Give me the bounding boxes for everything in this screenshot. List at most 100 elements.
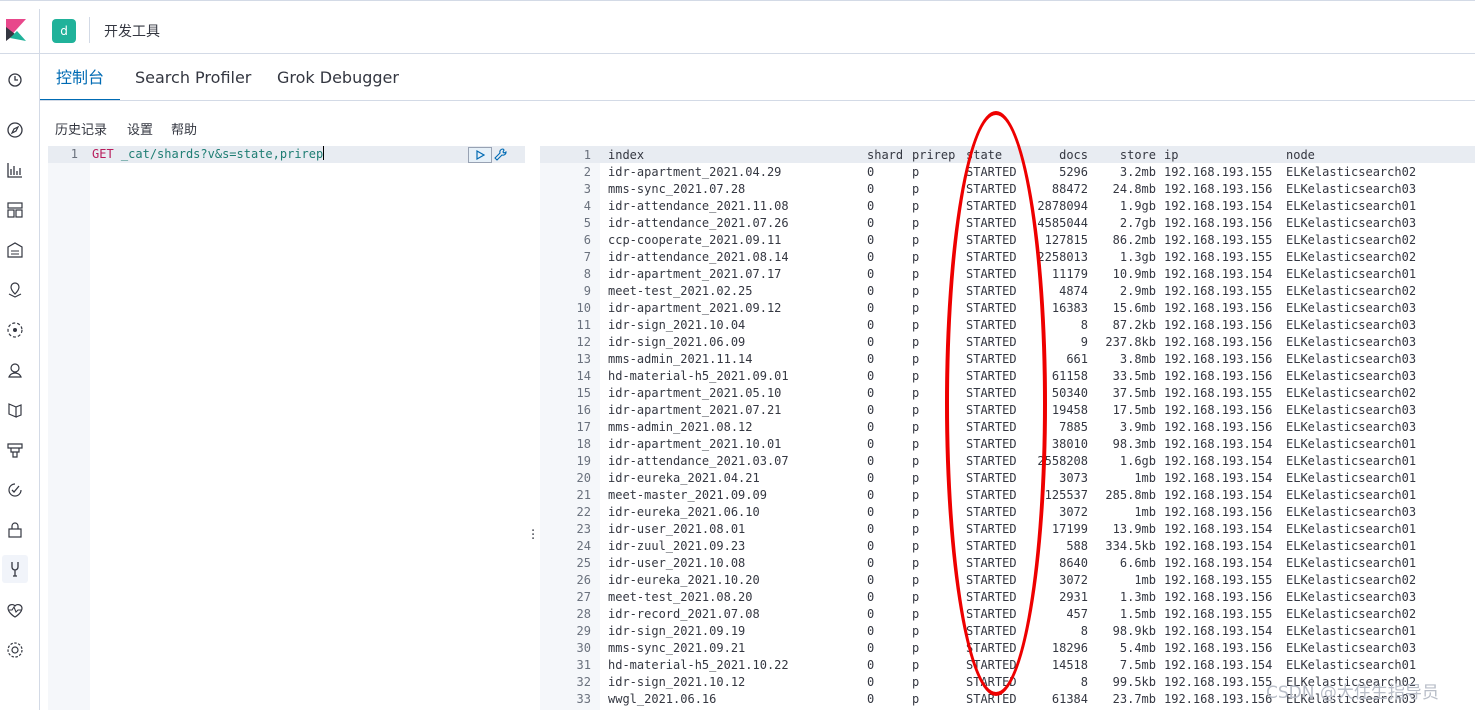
cell-state: STARTED (966, 301, 1017, 315)
cell-prirep: p (912, 352, 920, 366)
cell-store: 10.9mb (1112, 267, 1156, 281)
cell-index: idr-apartment_2021.07.21 (608, 403, 782, 417)
cell-node: ELKelasticsearch03 (1286, 318, 1417, 332)
tab-grok-debugger[interactable]: Grok Debugger (261, 55, 415, 101)
wrench-icon[interactable] (494, 148, 508, 162)
cell-shard: 0 (867, 590, 875, 604)
send-request-button[interactable] (468, 147, 492, 163)
space-avatar[interactable]: d (52, 19, 76, 43)
cell-shard: 0 (867, 301, 875, 315)
clock-icon[interactable] (5, 70, 25, 90)
cell-index: meet-test_2021.08.20 (608, 590, 753, 604)
cell-ip: 192.168.193.156 (1164, 641, 1273, 655)
pane-splitter[interactable] (526, 146, 540, 710)
cell-store: 7.5mb (1119, 658, 1156, 672)
cell-ln: 8 (583, 267, 591, 281)
cell-index: mms-sync_2021.07.28 (608, 182, 746, 196)
cell-docs: 19458 (1051, 403, 1088, 417)
cell-prirep: p (912, 607, 920, 621)
cell-ip: 192.168.193.156 (1164, 301, 1273, 315)
cell-ip: 192.168.193.154 (1164, 539, 1273, 553)
cell-state: STARTED (966, 488, 1017, 502)
cell-index: idr-attendance_2021.08.14 (608, 250, 789, 264)
security-icon[interactable] (5, 520, 25, 540)
uptime-icon[interactable] (5, 480, 25, 500)
cell-node: ELKelasticsearch02 (1286, 165, 1417, 179)
cell-prirep: p (912, 267, 920, 281)
cell-node: ELKelasticsearch01 (1286, 471, 1417, 485)
output-row: 9 meet-test_2021.02.25 0 p STARTED 4874 2.9mb 1… (540, 283, 1475, 300)
cell-node: ELKelasticsearch02 (1286, 233, 1417, 247)
cell-prirep: p (912, 420, 920, 434)
cell-state: STARTED (966, 607, 1017, 621)
cell-state: STARTED (966, 522, 1017, 536)
cell-docs: 2931 (1059, 590, 1088, 604)
monitoring-icon[interactable] (5, 600, 25, 620)
cell-store: 98.9kb (1112, 624, 1156, 638)
breadcrumb[interactable]: 开发工具 (104, 21, 160, 41)
compass-icon[interactable] (5, 120, 25, 140)
cell-node: ELKelasticsearch02 (1286, 573, 1417, 587)
cell-shard: 0 (867, 522, 875, 536)
cell-store: 1mb (1134, 505, 1156, 519)
canvas-icon[interactable] (5, 240, 25, 260)
cell-index: idr-attendance_2021.07.26 (608, 216, 789, 230)
siem-icon[interactable] (5, 400, 25, 420)
dev-tools-icon[interactable] (2, 555, 28, 583)
output-row: 22 idr-eureka_2021.06.10 0 p STARTED 3072 1mb 1… (540, 504, 1475, 521)
cell-docs: 17199 (1051, 522, 1088, 536)
cell-ip: 192.168.193.155 (1164, 284, 1273, 298)
cell-node: ELKelasticsearch03 (1286, 369, 1417, 383)
request-line[interactable]: GET _cat/shards?v&s=state,prirep (92, 146, 325, 163)
cell-docs: 88472 (1051, 182, 1088, 196)
cell-shard: 0 (867, 420, 875, 434)
cell-node: ELKelasticsearch02 (1286, 250, 1417, 264)
history-link[interactable]: 历史记录 (55, 119, 107, 138)
resize-handle-icon[interactable]: · · · (531, 525, 535, 546)
cell-shard: 0 (867, 692, 875, 706)
cell-ln: 32 (576, 675, 591, 689)
cell-ln: 29 (576, 624, 591, 638)
cell-node: ELKelasticsearch01 (1286, 454, 1417, 468)
cell-index: idr-attendance_2021.11.08 (608, 199, 789, 213)
request-editor[interactable]: 1 GET _cat/shards?v&s=state,prirep (48, 146, 525, 710)
visualize-icon[interactable] (5, 160, 25, 180)
cell-store: 37.5mb (1112, 386, 1156, 400)
cell-shard: 0 (867, 250, 875, 264)
dashboard-icon[interactable] (5, 200, 25, 220)
cell-ip: 192.168.193.156 (1164, 505, 1273, 519)
logs-icon[interactable] (5, 440, 25, 460)
settings-link[interactable]: 设置 (127, 119, 153, 138)
tab-search-profiler[interactable]: Search Profiler (119, 55, 267, 101)
management-icon[interactable] (5, 640, 25, 660)
cell-node: ELKelasticsearch03 (1286, 335, 1417, 349)
cell-store: 98.3mb (1112, 437, 1156, 451)
cell-index: idr-apartment_2021.07.17 (608, 267, 782, 281)
output-row: 17 mms-admin_2021.08.12 0 p STARTED 7885 3.9mb… (540, 419, 1475, 436)
cell-ip: 192.168.193.156 (1164, 369, 1273, 383)
cell-ln: 16 (576, 403, 591, 417)
tab-console[interactable]: 控制台 (40, 55, 121, 101)
cell-state: STARTED (966, 267, 1017, 281)
cell-node: ELKelasticsearch03 (1286, 301, 1417, 315)
cell-prirep: p (912, 675, 920, 689)
output-row: 3 mms-sync_2021.07.28 0 p STARTED 88472 24.8mb… (540, 181, 1475, 198)
cell-ln: 10 (576, 301, 591, 315)
cell-state: STARTED (966, 590, 1017, 604)
cell-state: STARTED (966, 318, 1017, 332)
ml-icon[interactable] (5, 320, 25, 340)
kibana-logo-icon[interactable] (6, 19, 26, 41)
graph-icon[interactable] (5, 360, 25, 380)
output-row: 30 mms-sync_2021.09.21 0 p STARTED 18296 5.4mb… (540, 640, 1475, 657)
cell-shard: 0 (867, 216, 875, 230)
cell-shard: 0 (867, 386, 875, 400)
cell-index: idr-sign_2021.09.19 (608, 624, 746, 638)
cell-node: ELKelasticsearch01 (1286, 437, 1417, 451)
cell-ip: 192.168.193.154 (1164, 471, 1273, 485)
cell-docs: 2878094 (1037, 199, 1088, 213)
help-link[interactable]: 帮助 (171, 119, 197, 138)
cell-state: STARTED (966, 556, 1017, 570)
cell-prirep: p (912, 454, 920, 468)
maps-icon[interactable] (5, 280, 25, 300)
cell-prirep: p (912, 641, 920, 655)
